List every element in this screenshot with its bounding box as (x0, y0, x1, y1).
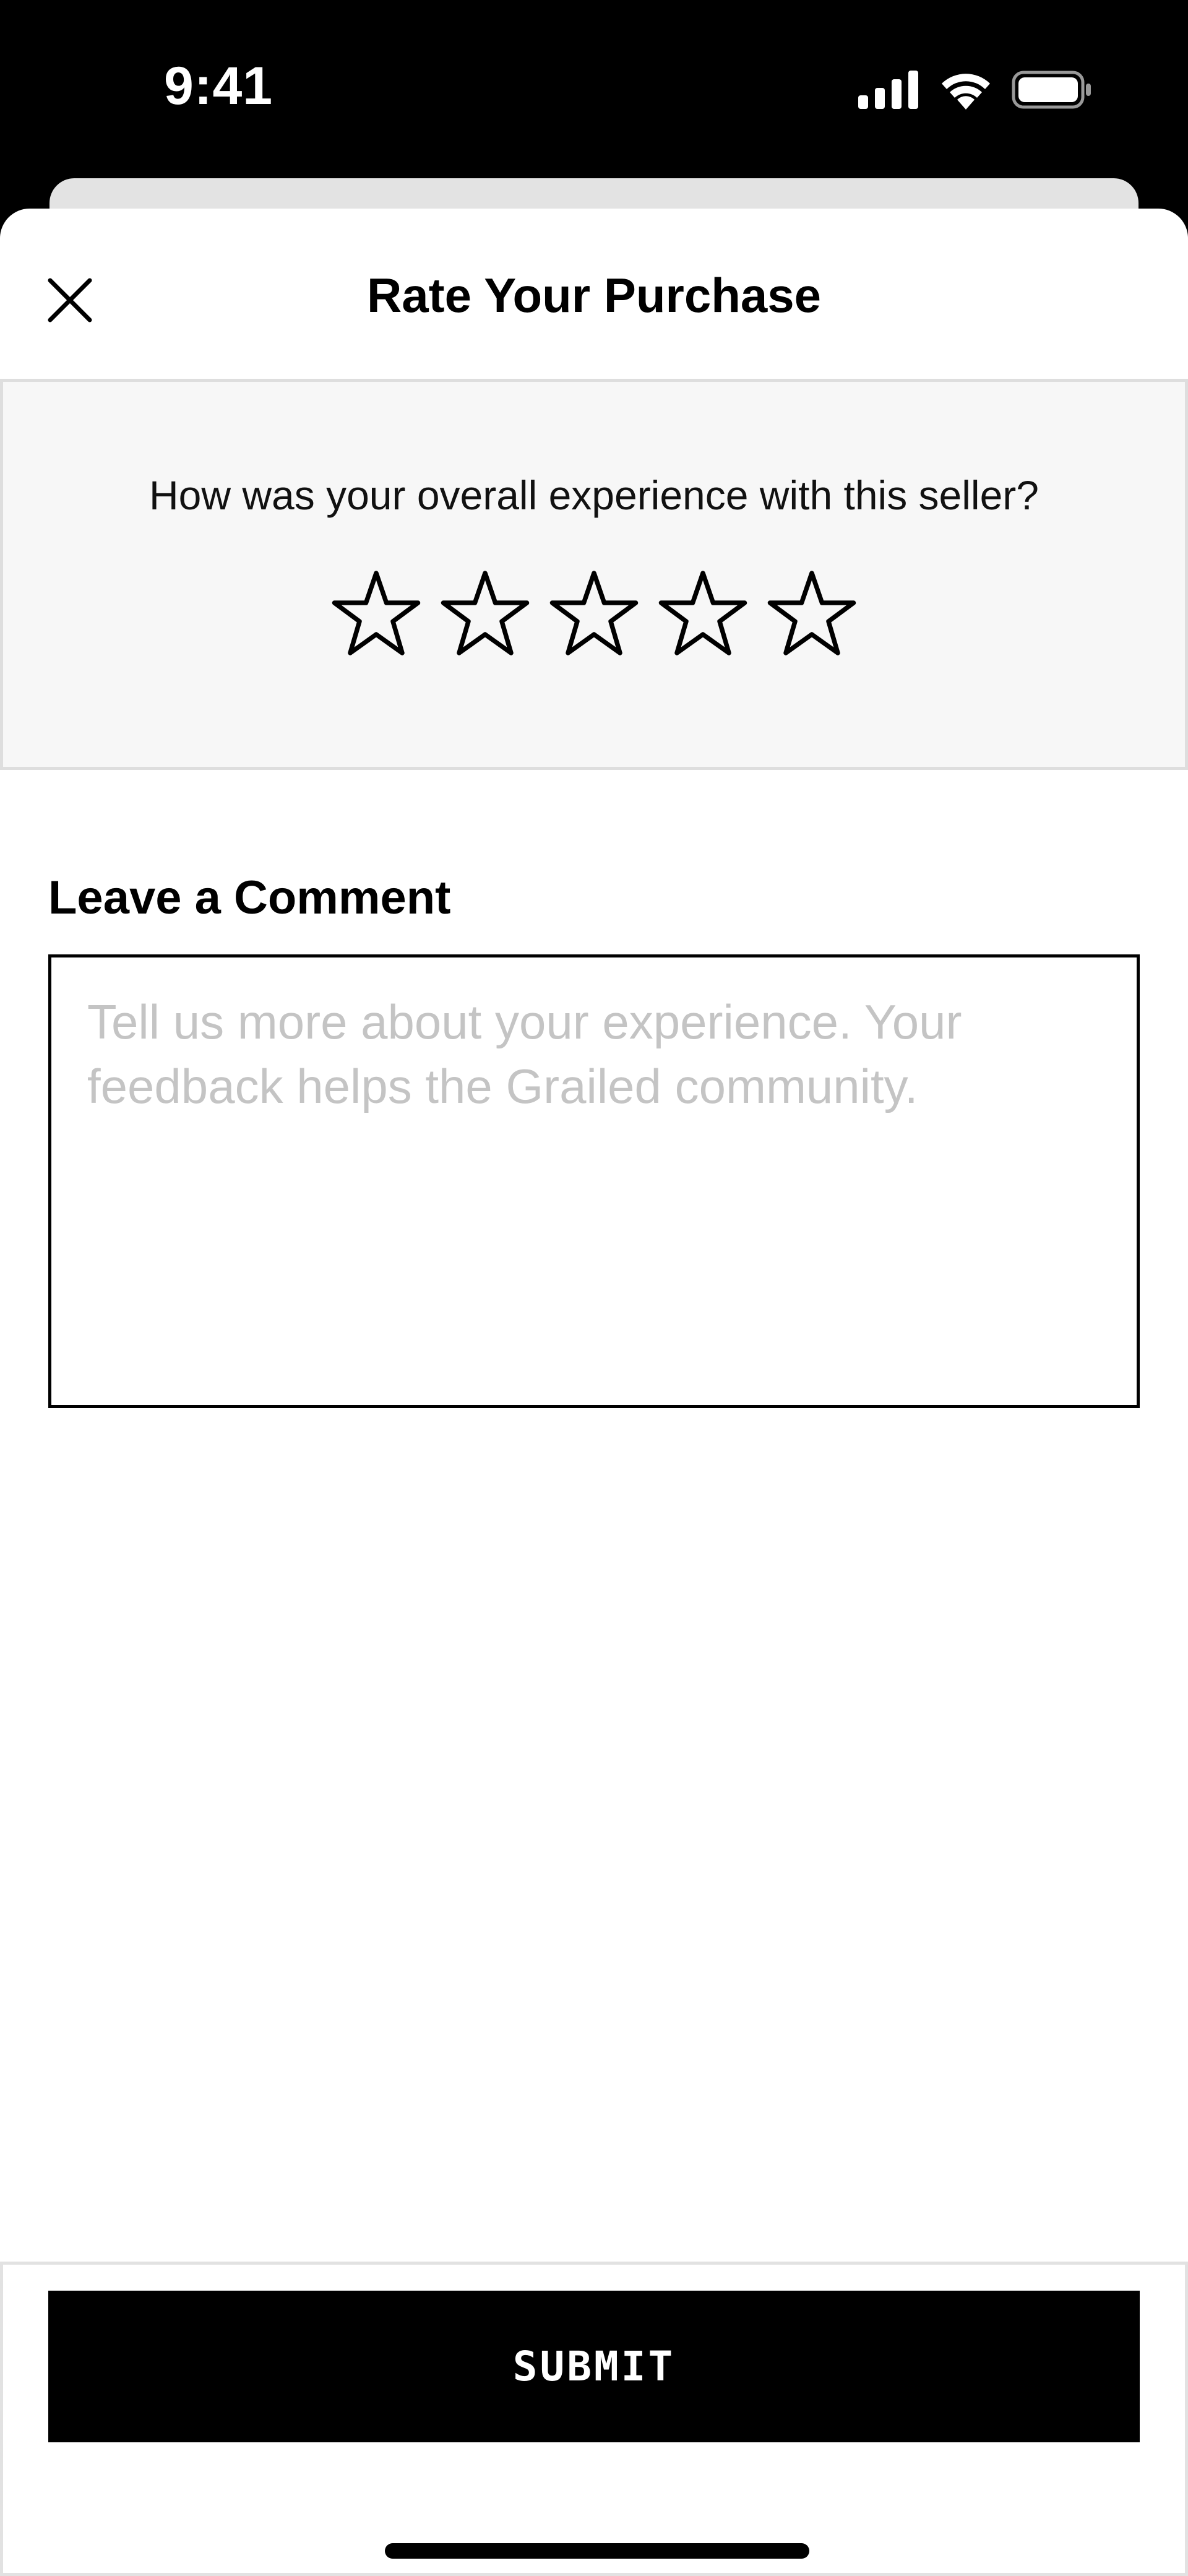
comment-input[interactable] (48, 954, 1140, 1408)
submit-button[interactable]: SUBMIT (48, 2291, 1140, 2442)
rating-panel: How was your overall experience with thi… (0, 379, 1188, 770)
star-2-icon[interactable] (439, 568, 532, 660)
battery-icon (1012, 71, 1091, 109)
star-5-icon[interactable] (765, 568, 858, 660)
sheet-header: Rate Your Purchase (0, 209, 1188, 379)
wifi-icon (942, 74, 990, 110)
status-bar: 9:41 (0, 0, 1188, 179)
star-1-icon[interactable] (330, 568, 423, 660)
status-icons (858, 68, 1092, 111)
rate-purchase-sheet: Rate Your Purchase How was your overall … (0, 209, 1188, 2576)
page-title: Rate Your Purchase (366, 268, 822, 322)
star-3-icon[interactable] (548, 568, 640, 660)
status-time: 9:41 (164, 56, 273, 116)
star-4-icon[interactable] (656, 568, 749, 660)
home-indicator (385, 2543, 809, 2559)
star-rating (3, 568, 1185, 660)
rating-question: How was your overall experience with thi… (149, 472, 1039, 518)
cellular-signal-icon (858, 71, 918, 109)
comment-label: Leave a Comment (48, 871, 451, 924)
footer-bar: SUBMIT (0, 2262, 1188, 2576)
